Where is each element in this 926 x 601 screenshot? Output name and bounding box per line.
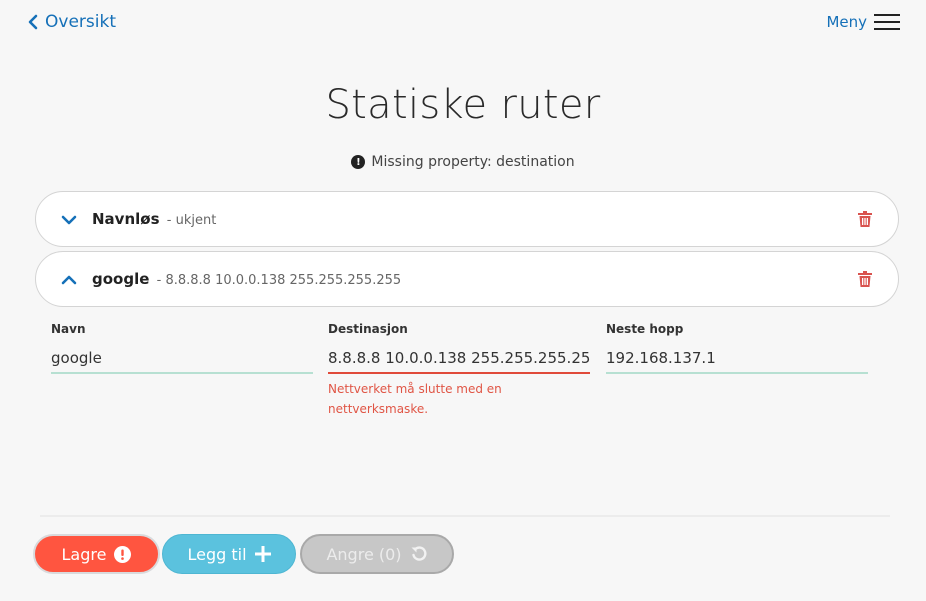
divider (40, 515, 890, 517)
destination-input[interactable] (328, 343, 590, 374)
menu-label: Meny (826, 13, 867, 31)
plus-icon (254, 546, 271, 562)
route-title: Navnløs - ukjent (92, 210, 216, 228)
exclamation-circle-icon (114, 545, 132, 563)
trash-icon[interactable] (858, 211, 872, 227)
route-name: Navnløs (92, 210, 160, 228)
chevron-down-icon[interactable] (60, 211, 78, 229)
route-item[interactable]: Navnløs - ukjent (35, 191, 899, 247)
exclamation-icon: ! (351, 155, 366, 169)
name-input[interactable] (51, 343, 313, 374)
destination-error: Nettverket må slutte med en nettverksmas… (328, 382, 502, 416)
route-item[interactable]: google - 8.8.8.8 10.0.0.138 255.255.255.… (35, 251, 899, 307)
add-label: Legg til (187, 544, 247, 564)
route-detail: - ukjent (166, 213, 217, 228)
top-bar: Oversikt Meny (0, 0, 926, 50)
name-field-group: Navn (51, 322, 313, 374)
chevron-left-icon (28, 14, 38, 30)
undo-label: Angre (0) (326, 544, 402, 564)
route-title: google - 8.8.8.8 10.0.0.138 255.255.255.… (92, 270, 401, 288)
route-detail: - 8.8.8.8 10.0.0.138 255.255.255.255 (156, 273, 402, 288)
page-title: Statiske ruter (325, 82, 601, 128)
trash-icon[interactable] (858, 271, 872, 287)
save-button[interactable]: Lagre (33, 534, 160, 574)
menu-button[interactable]: Meny (826, 12, 900, 32)
hamburger-icon (874, 14, 900, 30)
add-button[interactable]: Legg til (162, 534, 296, 574)
undo-button[interactable]: Angre (0) (300, 534, 454, 574)
next-hop-field-group: Neste hopp (606, 322, 868, 374)
next-hop-input[interactable] (606, 343, 868, 374)
route-name: google (92, 270, 150, 288)
destination-label: Destinasjon (328, 322, 408, 336)
next-hop-label: Neste hopp (606, 322, 684, 336)
save-label: Lagre (61, 544, 107, 564)
undo-icon (411, 546, 427, 561)
validation-warning: ! Missing property: destination (0, 154, 926, 170)
back-link[interactable]: Oversikt (28, 12, 116, 32)
name-label: Navn (51, 322, 86, 336)
back-link-label: Oversikt (45, 12, 116, 32)
destination-field-group: Destinasjon Nettverket må slutte med en … (328, 322, 590, 419)
warning-text: Missing property: destination (371, 154, 575, 170)
chevron-up-icon[interactable] (60, 271, 78, 289)
